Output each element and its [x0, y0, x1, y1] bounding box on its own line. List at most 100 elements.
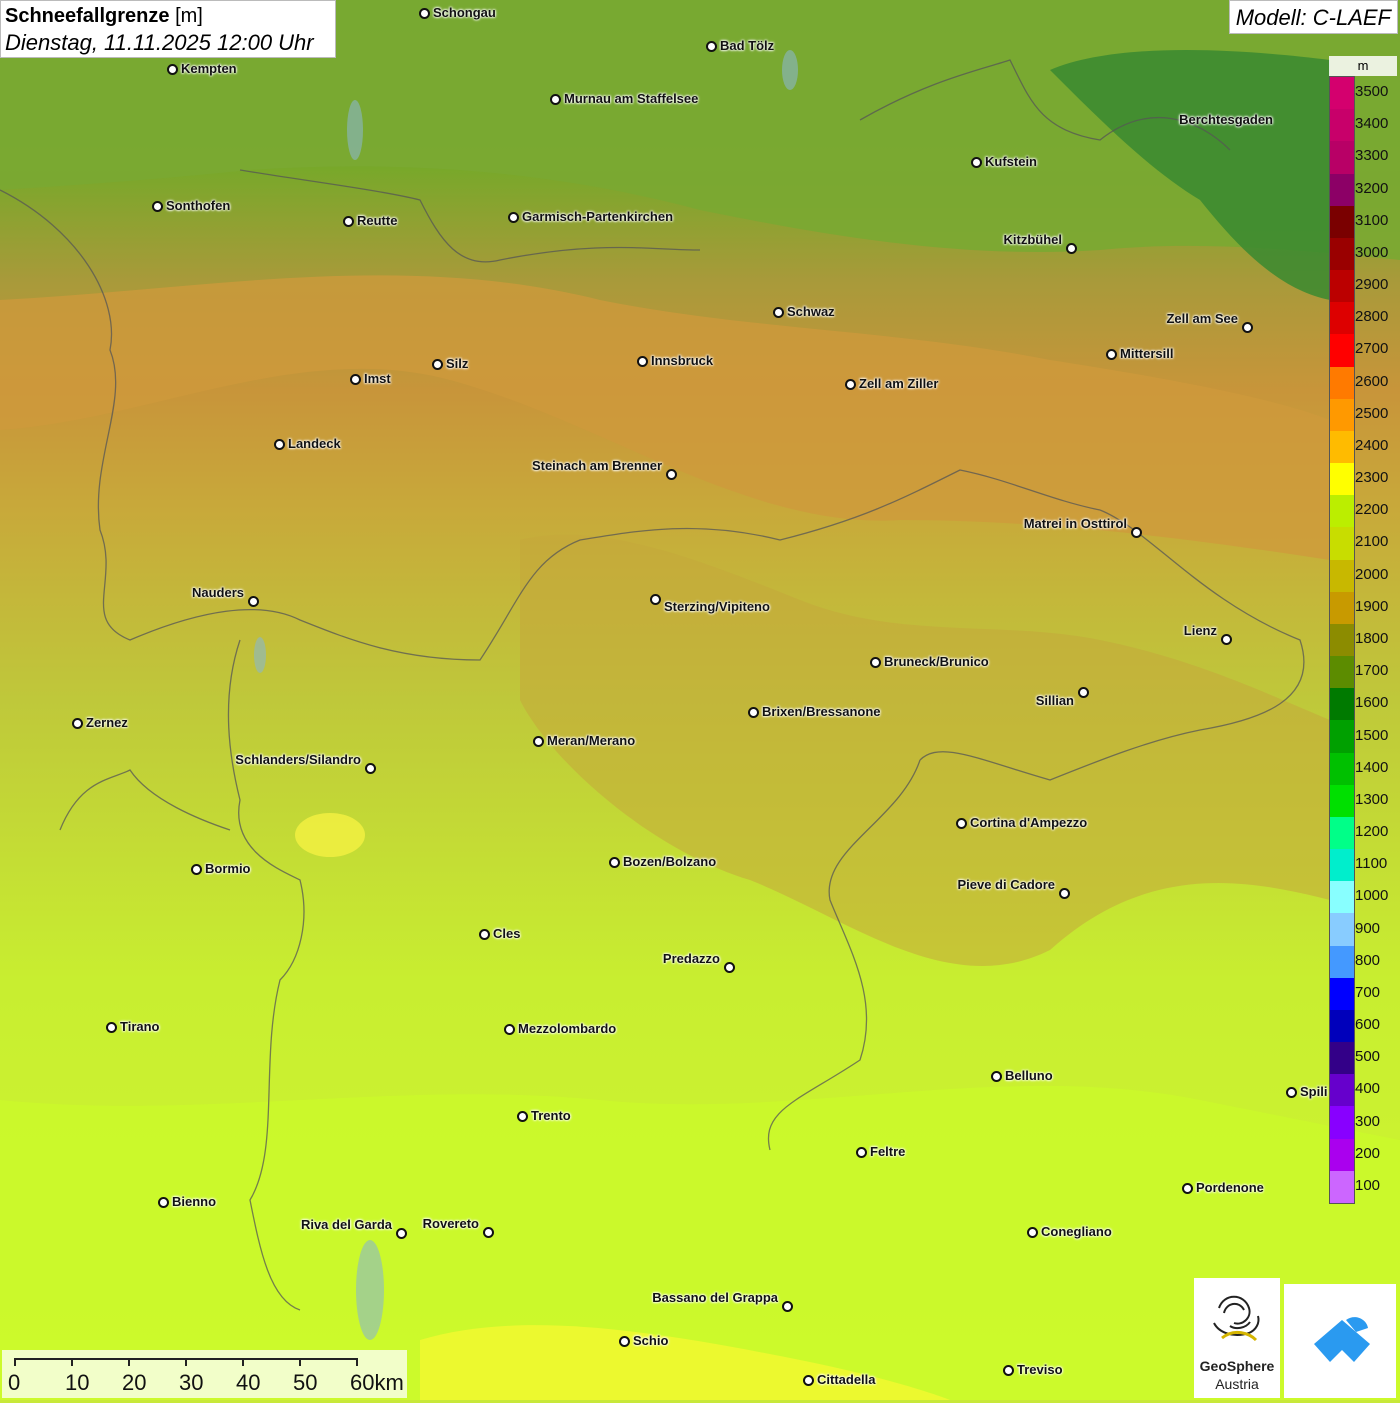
geosphere-emblem-icon — [1213, 1295, 1260, 1342]
city-dot[interactable] — [803, 1375, 814, 1386]
city-dot[interactable] — [991, 1071, 1002, 1082]
legend-swatch — [1330, 1009, 1354, 1043]
legend-label: 2500 — [1355, 404, 1389, 422]
city-label: Lienz — [1183, 623, 1217, 638]
legend-label: 200 — [1355, 1144, 1381, 1162]
legend-label: 1700 — [1355, 662, 1389, 680]
scale-label: 0 — [8, 1370, 21, 1395]
city-dot[interactable] — [396, 1228, 407, 1239]
city-label: Conegliano — [1041, 1224, 1112, 1239]
city-dot[interactable] — [1066, 243, 1077, 254]
app-logo[interactable] — [1284, 1284, 1396, 1398]
legend-swatch — [1330, 1074, 1354, 1107]
geosphere-country: Austria — [1215, 1376, 1259, 1392]
city-label: Trento — [531, 1108, 571, 1123]
city-label: Kitzbühel — [1003, 232, 1063, 247]
scale-tick — [356, 1358, 358, 1366]
color-legend: m 3500 3400 3300 3200 3100 3000 2900 2800 2700 26… — [1329, 56, 1397, 1206]
scale-tick — [185, 1358, 187, 1366]
city-dot[interactable] — [619, 1336, 630, 1347]
city-dot[interactable] — [72, 718, 83, 729]
city-dot[interactable] — [1286, 1087, 1297, 1098]
legend-label: 2100 — [1355, 533, 1389, 551]
title-box: Schneefallgrenze [m] Dienstag, 11.11.202… — [0, 0, 336, 58]
city-label: Spili — [1300, 1084, 1328, 1099]
city-dot[interactable] — [773, 307, 784, 318]
city-dot[interactable] — [971, 157, 982, 168]
city-dot[interactable] — [1182, 1183, 1193, 1194]
city-label: Mezzolombardo — [518, 1021, 617, 1036]
city-dot[interactable] — [1106, 349, 1117, 360]
city-dot[interactable] — [350, 374, 361, 385]
city-dot[interactable] — [1059, 888, 1070, 899]
legend-swatch — [1330, 1170, 1354, 1204]
city-dot[interactable] — [856, 1147, 867, 1158]
legend-label: 3100 — [1355, 211, 1389, 229]
city-dot[interactable] — [106, 1022, 117, 1033]
city-dot[interactable] — [706, 41, 717, 52]
city-dot[interactable] — [666, 469, 677, 480]
city-dot[interactable] — [782, 1301, 793, 1312]
legend-label: 1200 — [1355, 823, 1389, 841]
city-dot[interactable] — [1078, 687, 1089, 698]
legend-swatch — [1330, 430, 1354, 464]
city-dot[interactable] — [248, 596, 259, 607]
legend-bar — [1329, 76, 1355, 1204]
city-dot[interactable] — [748, 707, 759, 718]
city-dot[interactable] — [167, 64, 178, 75]
city-dot[interactable] — [191, 864, 202, 875]
city-dot[interactable] — [845, 379, 856, 390]
city-label: Sillian — [1035, 693, 1074, 708]
city-dot[interactable] — [419, 8, 430, 19]
city-label: Kufstein — [985, 154, 1037, 169]
city-dot[interactable] — [956, 818, 967, 829]
legend-label: 300 — [1355, 1112, 1381, 1130]
city-dot[interactable] — [724, 962, 735, 973]
city-dot[interactable] — [432, 359, 443, 370]
legend-label: 1800 — [1355, 630, 1389, 647]
city-dot[interactable] — [637, 356, 648, 367]
scale-bar: 0 10 20 30 40 50 60km — [2, 1350, 407, 1398]
city-dot[interactable] — [479, 929, 490, 940]
legend-swatch — [1330, 945, 1354, 979]
geosphere-logo[interactable]: GeoSphere Austria — [1194, 1278, 1280, 1398]
city-dot[interactable] — [870, 657, 881, 668]
city-dot[interactable] — [343, 216, 354, 227]
legend-swatch — [1330, 366, 1354, 400]
legend-swatch — [1330, 784, 1354, 818]
city-dot[interactable] — [1242, 322, 1253, 333]
city-dot[interactable] — [1027, 1227, 1038, 1238]
city-dot[interactable] — [1003, 1365, 1014, 1376]
city-dot[interactable] — [1131, 527, 1142, 538]
city-dot[interactable] — [152, 201, 163, 212]
city-dot[interactable] — [158, 1197, 169, 1208]
city-label: Treviso — [1017, 1362, 1063, 1377]
city-dot[interactable] — [508, 212, 519, 223]
city-dot[interactable] — [274, 439, 285, 450]
scale-tick — [14, 1358, 16, 1366]
legend-label: 2700 — [1355, 340, 1389, 358]
legend-label: 800 — [1355, 951, 1381, 969]
legend-label: 700 — [1355, 983, 1381, 1001]
city-dot[interactable] — [650, 594, 661, 605]
legend-swatch — [1330, 205, 1354, 239]
city-dot[interactable] — [365, 763, 376, 774]
city-dot[interactable] — [550, 94, 561, 105]
city-dot[interactable] — [504, 1024, 515, 1035]
city-label: Innsbruck — [651, 353, 714, 368]
legend-swatch — [1330, 752, 1354, 786]
city-label: Brixen/Bressanone — [762, 704, 881, 719]
legend-swatch — [1330, 559, 1354, 593]
city-label: Cles — [493, 926, 521, 941]
legend-swatch — [1330, 623, 1354, 657]
city-dot[interactable] — [609, 857, 620, 868]
legend-label: 900 — [1355, 919, 1381, 937]
city-label: Bassano del Grappa — [652, 1290, 778, 1305]
legend-unit: m — [1329, 56, 1397, 76]
city-dot[interactable] — [483, 1227, 494, 1238]
city-dot[interactable] — [517, 1111, 528, 1122]
city-label: Landeck — [288, 436, 341, 451]
city-label: Rovereto — [422, 1216, 479, 1231]
city-dot[interactable] — [1221, 634, 1232, 645]
city-dot[interactable] — [533, 736, 544, 747]
